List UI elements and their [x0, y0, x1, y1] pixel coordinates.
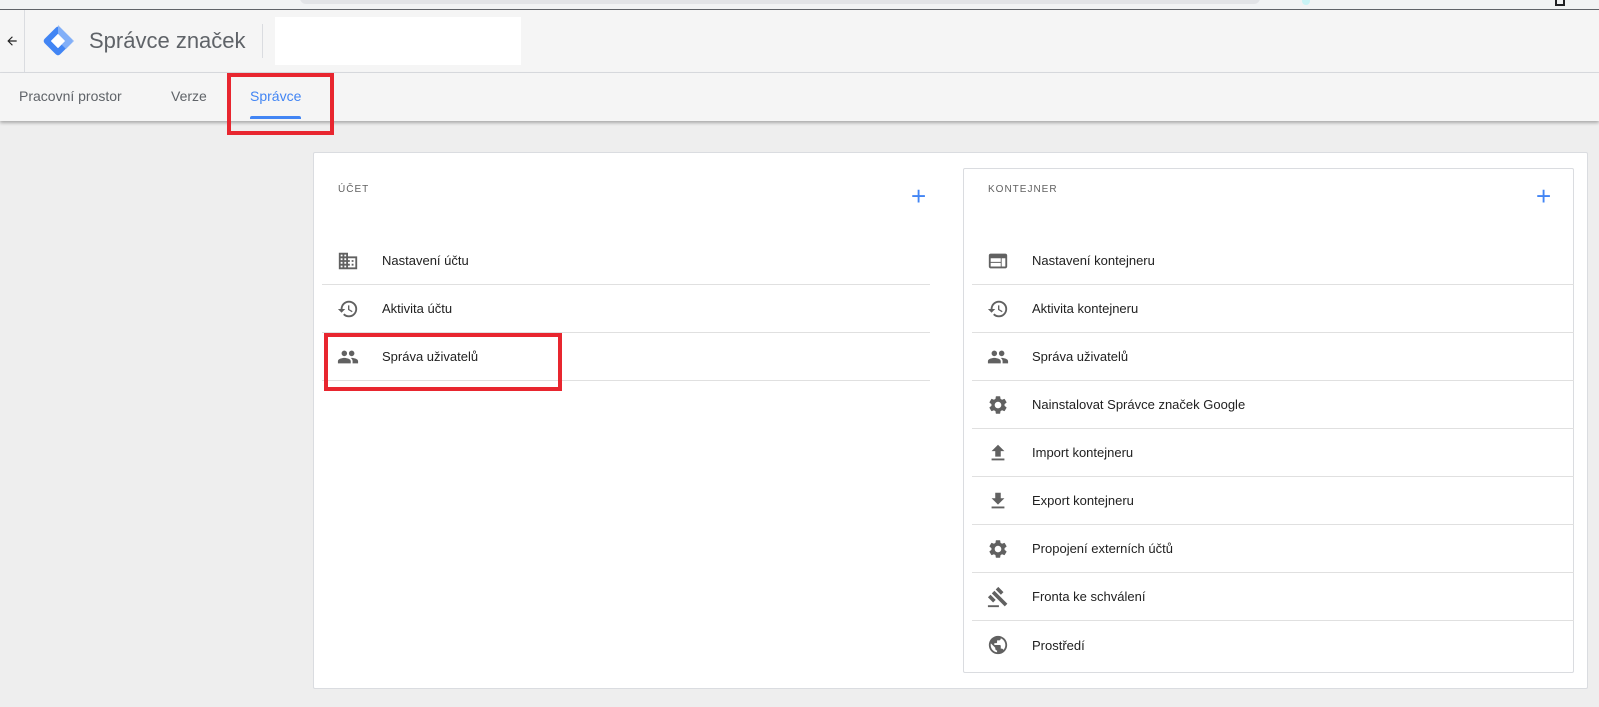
app-bar: Správce značek — [0, 9, 1599, 73]
row-label: Aktivita účtu — [382, 301, 453, 316]
install-gtm-row[interactable]: Nainstalovat Správce značek Google — [972, 381, 1574, 429]
add-account-plus-icon[interactable]: + — [911, 183, 926, 209]
import-container-row[interactable]: Import kontejneru — [972, 429, 1574, 477]
row-label: Export kontejneru — [1032, 493, 1134, 508]
gear-icon — [986, 393, 1010, 417]
account-settings-row[interactable]: Nastavení účtu — [322, 237, 930, 285]
gear-icon — [986, 537, 1010, 561]
container-settings-row[interactable]: Nastavení kontejneru — [972, 237, 1574, 285]
environments-row[interactable]: Prostředí — [972, 621, 1574, 669]
building-icon — [336, 249, 360, 273]
highlight-box-user-management — [324, 333, 562, 391]
highlight-box-admin-tab — [227, 73, 334, 135]
add-container-plus-icon[interactable]: + — [1536, 183, 1551, 209]
globe-icon — [986, 633, 1010, 657]
approval-queue-row[interactable]: Fronta ke schválení — [972, 573, 1574, 621]
row-label: Prostředí — [1032, 637, 1085, 653]
tab-label: Verze — [171, 88, 207, 104]
web-container-icon — [986, 249, 1010, 273]
profile-dot — [1302, 0, 1310, 5]
container-section-label: KONTEJNER — [988, 184, 1058, 195]
container-panel: KONTEJNER + Nastavení kontejneru Aktivit… — [963, 168, 1574, 673]
back-arrow-icon[interactable] — [0, 10, 24, 73]
account-section-label: ÚČET — [338, 184, 370, 195]
address-bar-fragment[interactable] — [300, 0, 1260, 4]
divider — [261, 24, 263, 58]
history-icon — [336, 297, 360, 321]
row-label: Nainstalovat Správce značek Google — [1032, 397, 1246, 412]
download-icon — [986, 489, 1010, 513]
row-label: Aktivita kontejneru — [1032, 301, 1139, 316]
row-label: Nastavení kontejneru — [1032, 253, 1155, 268]
app-title: Správce značek — [89, 28, 246, 53]
tab-label: Pracovní prostor — [19, 88, 122, 104]
tab-workspace[interactable]: Pracovní prostor — [19, 73, 122, 121]
row-label: Nastavení účtu — [382, 253, 469, 268]
export-container-row[interactable]: Export kontejneru — [972, 477, 1574, 525]
external-accounts-row[interactable]: Propojení externích účtů — [972, 525, 1574, 573]
upload-icon — [986, 441, 1010, 465]
divider — [24, 9, 25, 73]
account-selector[interactable] — [274, 17, 521, 65]
browser-chrome-strip — [0, 0, 1599, 10]
account-activity-row[interactable]: Aktivita účtu — [322, 285, 930, 333]
row-label: Propojení externích účtů — [1032, 541, 1173, 556]
tag-manager-logo-icon[interactable] — [41, 24, 75, 58]
container-user-management-row[interactable]: Správa uživatelů — [972, 333, 1574, 381]
window-icon[interactable] — [1555, 0, 1565, 6]
history-icon — [986, 297, 1010, 321]
row-label: Správa uživatelů — [1032, 349, 1129, 364]
row-label: Fronta ke schválení — [1032, 589, 1146, 604]
gavel-icon — [986, 585, 1010, 609]
container-activity-row[interactable]: Aktivita kontejneru — [972, 285, 1574, 333]
row-label: Import kontejneru — [1032, 445, 1134, 460]
people-icon — [986, 345, 1010, 369]
tab-versions[interactable]: Verze — [171, 73, 207, 121]
